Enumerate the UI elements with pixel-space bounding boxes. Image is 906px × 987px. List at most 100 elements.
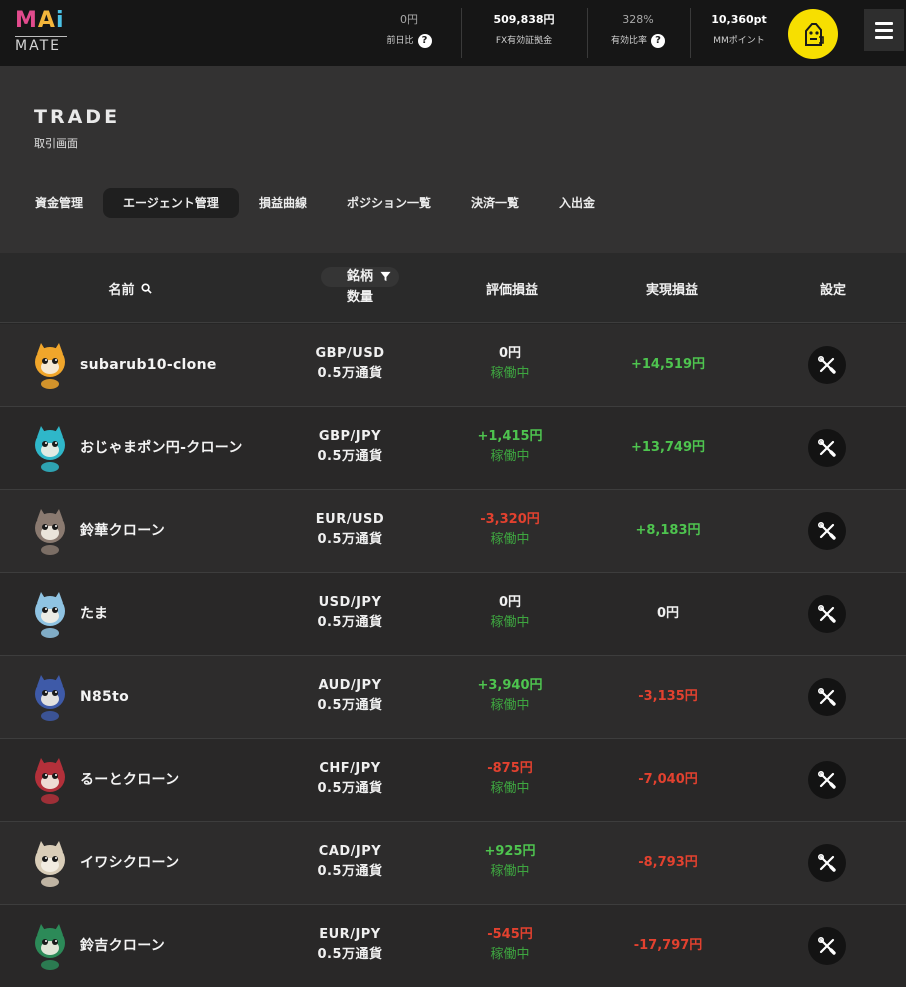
pair-symbol: GBP/JPY [318,429,382,444]
help-icon[interactable]: ? [651,34,665,48]
settings-button[interactable] [808,927,846,965]
pair-symbol: EUR/USD [315,512,385,527]
tab-fund-management[interactable]: 資金管理 [35,188,83,218]
agent-name[interactable]: たま [80,573,108,655]
table-row[interactable]: おじゃまポン円-クローン GBP/JPY 0.5万通貨 +1,415円 稼働中 +1… [0,407,906,490]
status-badge: 稼働中 [490,532,530,547]
tab-pnl-curve[interactable]: 損益曲線 [259,188,307,218]
agent-name[interactable]: 鈴吉クローン [80,905,165,987]
pair-symbol: AUD/JPY [318,678,382,693]
agent-avatar [26,506,74,556]
pair-filter[interactable]: 銘柄 [320,267,399,287]
settings-button[interactable] [808,512,846,550]
page-title: TRADE [34,106,121,128]
settings-button[interactable] [808,844,846,882]
column-unrealized-pnl: 評価損益 [485,282,538,298]
tab-positions[interactable]: ポジション一覧 [347,188,431,218]
agent-avatar [26,672,74,722]
tools-icon [817,604,836,623]
tools-icon [817,687,836,706]
stat-label: FX有効証拠金 [495,36,553,46]
settings-button[interactable] [808,346,846,384]
unrealized-pnl: -3,320円 [480,512,540,527]
tools-icon [817,853,836,872]
unrealized-pnl-cell: 0円 稼働中 [450,593,570,633]
settings-button[interactable] [808,429,846,467]
agent-name[interactable]: subarub10-clone [80,324,217,406]
divider [461,8,462,58]
table-row[interactable]: 鈴吉クローン EUR/JPY 0.5万通貨 -545円 稼働中 -17,797円 [0,905,906,987]
pair-cell: CAD/JPY 0.5万通貨 [290,842,410,882]
mouse-avatar-icon [35,509,65,555]
column-pair: 銘柄 数量 [300,253,420,323]
agent-avatar [26,340,74,390]
settings-button[interactable] [808,595,846,633]
stat-fx-margin: 509,838円 FX有効証拠金 [474,12,574,48]
tab-agent-management[interactable]: エージェント管理 [103,188,239,218]
pair-qty: 0.5万通貨 [317,449,383,464]
status-badge: 稼働中 [490,864,530,879]
tab-bar: 資金管理 エージェント管理 損益曲線 ポジション一覧 決済一覧 入出金 [0,188,906,218]
table-row[interactable]: N85to AUD/JPY 0.5万通貨 +3,940円 稼働中 -3,135円 [0,656,906,739]
pair-qty: 0.5万通貨 [317,698,383,713]
hamburger-icon [875,35,893,39]
status-badge: 稼働中 [490,366,530,381]
hamburger-icon [875,21,893,25]
agent-name[interactable]: イワシクローン [80,822,179,904]
stat-label: 有効比率 [610,36,647,46]
red-dragon-avatar-icon [35,758,65,804]
stat-value: 509,838円 [493,13,555,26]
agent-avatar [26,921,74,971]
realized-pnl: -17,797円 [633,938,703,953]
page-header: TRADE 取引画面 資金管理 エージェント管理 損益曲線 ポジション一覧 決済… [0,66,906,253]
unrealized-pnl: -875円 [487,761,533,776]
app-logo[interactable]: MAi MATE [15,10,69,56]
pair-cell: GBP/JPY 0.5万通貨 [290,427,410,467]
agent-name[interactable]: るーとクローン [80,739,179,821]
agent-name[interactable]: おじゃまポン円-クローン [80,407,243,489]
tools-icon [817,770,836,789]
page-subtitle: 取引画面 [34,137,78,150]
realized-pnl: +13,749円 [630,440,706,455]
pair-symbol: GBP/USD [315,346,385,361]
agent-name[interactable]: 鈴華クローン [80,490,165,572]
unrealized-pnl-cell: +3,940円 稼働中 [450,676,570,716]
user-avatar-button[interactable] [788,9,838,59]
settings-button[interactable] [808,678,846,716]
column-settings: 設定 [819,282,846,298]
filter-icon[interactable] [380,271,391,282]
column-qty-label: 数量 [346,290,373,305]
table-row[interactable]: たま USD/JPY 0.5万通貨 0円 稼働中 0円 [0,573,906,656]
tab-deposit-withdraw[interactable]: 入出金 [559,188,595,218]
table-row[interactable]: subarub10-clone GBP/USD 0.5万通貨 0円 稼働中 +14,… [0,324,906,407]
pair-cell: CHF/JPY 0.5万通貨 [290,759,410,799]
realized-pnl: -3,135円 [638,689,698,704]
search-icon[interactable] [140,282,152,294]
divider [690,8,691,58]
agent-name[interactable]: N85to [80,656,129,738]
help-icon[interactable]: ? [417,34,432,48]
table-row[interactable]: るーとクローン CHF/JPY 0.5万通貨 -875円 稼働中 -7,040円 [0,739,906,822]
stat-value: 0円 [400,13,418,26]
stat-daily-change: 0円 前日比? [370,12,448,48]
pair-qty: 0.5万通貨 [317,781,383,796]
lion-avatar-icon [35,924,65,970]
table-header: 名前 銘柄 数量 評価損益 実現損益 設定 [0,253,906,323]
unrealized-pnl: +925円 [484,844,536,859]
pair-cell: GBP/USD 0.5万通貨 [290,344,410,384]
column-name[interactable]: 名前 [70,253,190,323]
pair-cell: EUR/JPY 0.5万通貨 [290,925,410,965]
table-row[interactable]: イワシクローン CAD/JPY 0.5万通貨 +925円稼働中 -8,793円 [0,822,906,905]
settings-button[interactable] [808,761,846,799]
stat-value: 10,360pt [711,13,767,26]
pair-qty: 0.5万通貨 [317,366,383,381]
hamburger-icon [875,28,893,32]
tab-settlements[interactable]: 決済一覧 [471,188,519,218]
pair-symbol: CAD/JPY [318,844,382,859]
unrealized-pnl-cell: -3,320円 稼働中 [450,510,570,550]
divider [587,8,588,58]
hamburger-menu-button[interactable] [864,9,904,51]
realized-pnl: -8,793円 [638,855,698,870]
table-row[interactable]: 鈴華クローン EUR/USD 0.5万通貨 -3,320円 稼働中 +8,183円 [0,490,906,573]
blue-blob-avatar-icon [35,592,65,638]
